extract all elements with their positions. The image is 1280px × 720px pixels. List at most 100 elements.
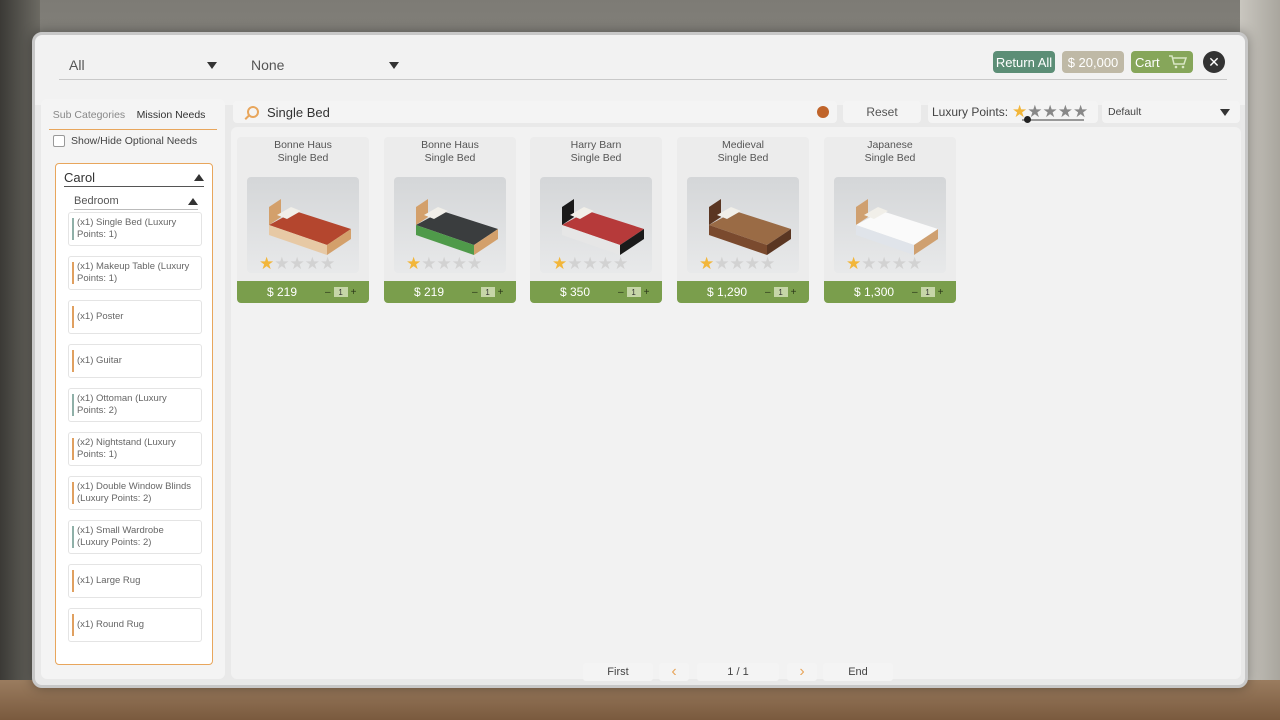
need-item[interactable]: (x1) Guitar — [68, 344, 202, 378]
chevron-up-icon — [188, 197, 198, 205]
optional-needs-toggle[interactable]: Show/Hide Optional Needs — [53, 135, 197, 147]
reset-button[interactable]: Reset — [843, 101, 921, 123]
price-bar: $ 1,290 – 1 + — [677, 281, 809, 303]
chevron-down-icon — [207, 61, 217, 69]
quantity-value[interactable]: 1 — [920, 287, 935, 297]
need-item[interactable]: (x1) Double Window Blinds (Luxury Points… — [68, 476, 202, 510]
shop-window: All None Return All $ 20,000 Cart ✕ Sub … — [32, 32, 1248, 688]
subfilter-dropdown[interactable]: None — [251, 55, 399, 75]
luxury-slider-track[interactable] — [1022, 119, 1084, 121]
product-price: $ 1,300 — [854, 285, 895, 299]
product-brand: Medieval — [721, 139, 765, 151]
product-name: Single Bed — [864, 152, 916, 164]
decrement-button[interactable]: – — [618, 287, 624, 298]
room-header[interactable]: Bedroom — [74, 194, 198, 208]
increment-button[interactable]: + — [938, 287, 944, 298]
person-header[interactable]: Carol — [64, 170, 204, 185]
chevron-up-icon — [194, 173, 204, 181]
product-name: Single Bed — [277, 152, 329, 164]
prev-page-button[interactable]: ‹ — [659, 663, 689, 681]
star-icon: ★ — [274, 254, 290, 273]
star-icon: ★ — [876, 254, 892, 273]
product-card[interactable]: Japanese Single Bed ★ ★ ★ ★ ★ $ 1,300 – 1 + — [824, 137, 956, 303]
quantity-value[interactable]: 1 — [773, 287, 788, 297]
tab-mission-needs[interactable]: Mission Needs — [133, 105, 209, 125]
product-title: Harry Barn Single Bed — [530, 139, 662, 165]
product-card[interactable]: Harry Barn Single Bed ★ ★ ★ ★ ★ $ 350 – 1 + — [530, 137, 662, 303]
divider — [59, 79, 1227, 80]
star-icon: ★ — [744, 254, 760, 273]
category-dropdown[interactable]: All — [69, 55, 217, 75]
need-item[interactable]: (x1) Poster — [68, 300, 202, 334]
star-icon: ★ — [699, 254, 715, 273]
return-all-button[interactable]: Return All — [993, 51, 1055, 73]
need-item[interactable]: (x1) Round Rug — [68, 608, 202, 642]
star-icon: ★ — [406, 254, 422, 273]
cart-button[interactable]: Cart — [1131, 51, 1193, 73]
product-price: $ 219 — [414, 285, 445, 299]
star-icon: ★ — [1057, 102, 1074, 121]
increment-button[interactable]: + — [351, 287, 357, 298]
quantity-value[interactable]: 1 — [480, 287, 495, 297]
quantity-stepper[interactable]: – 1 + — [472, 287, 503, 298]
product-card[interactable]: Bonne Haus Single Bed ★ ★ ★ ★ ★ $ 219 – 1 + — [384, 137, 516, 303]
end-page-button[interactable]: End — [823, 663, 893, 681]
need-item[interactable]: (x1) Small Wardrobe (Luxury Points: 2) — [68, 520, 202, 554]
need-item[interactable]: (x2) Nightstand (Luxury Points: 1) — [68, 432, 202, 466]
star-icon: ★ — [421, 254, 437, 273]
price-bar: $ 219 – 1 + — [237, 281, 369, 303]
decrement-button[interactable]: – — [325, 287, 331, 298]
quantity-value[interactable]: 1 — [333, 287, 348, 297]
decrement-button[interactable]: – — [472, 287, 478, 298]
star-icon: ★ — [259, 254, 275, 273]
decrement-button[interactable]: – — [765, 287, 771, 298]
star-icon: ★ — [451, 254, 467, 273]
luxury-points-label: Luxury Points: — [932, 105, 1009, 119]
star-icon: ★ — [436, 254, 452, 273]
need-item[interactable]: (x1) Ottoman (Luxury Points: 2) — [68, 388, 202, 422]
product-name: Single Bed — [570, 152, 622, 164]
budget-display: $ 20,000 — [1062, 51, 1124, 73]
increment-button[interactable]: + — [791, 287, 797, 298]
room-name: Bedroom — [74, 195, 119, 207]
product-title: Bonne Haus Single Bed — [384, 139, 516, 165]
star-icon: ★ — [1042, 102, 1058, 121]
product-title: Japanese Single Bed — [824, 139, 956, 165]
increment-button[interactable]: + — [644, 287, 650, 298]
quantity-value[interactable]: 1 — [626, 287, 641, 297]
product-price: $ 350 — [560, 285, 591, 299]
top-bar: All None Return All $ 20,000 Cart ✕ — [35, 35, 1245, 105]
need-item[interactable]: (x1) Large Rug — [68, 564, 202, 598]
clear-search-icon[interactable] — [817, 106, 829, 118]
search-bar[interactable]: Single Bed — [233, 101, 837, 123]
price-bar: $ 1,300 – 1 + — [824, 281, 956, 303]
luxury-points-filter[interactable]: Luxury Points: ★ ★ ★ ★ ★ — [928, 101, 1098, 123]
product-brand: Bonne Haus — [421, 139, 479, 151]
checkbox[interactable] — [53, 135, 65, 147]
need-item[interactable]: (x1) Makeup Table (Luxury Points: 1) — [68, 256, 202, 290]
quantity-stepper[interactable]: – 1 + — [912, 287, 943, 298]
tab-sub-categories[interactable]: Sub Categories — [51, 105, 127, 125]
search-input[interactable]: Single Bed — [267, 105, 330, 120]
product-card[interactable]: Medieval Single Bed ★ ★ ★ ★ ★ $ 1,290 – 1 + — [677, 137, 809, 303]
sort-dropdown[interactable]: Default — [1102, 101, 1240, 123]
first-page-button[interactable]: First — [583, 663, 653, 681]
quantity-stepper[interactable]: – 1 + — [618, 287, 649, 298]
luxury-slider-handle[interactable] — [1024, 116, 1031, 123]
increment-button[interactable]: + — [498, 287, 504, 298]
search-icon — [247, 106, 259, 118]
category-dropdown-value: All — [69, 57, 85, 73]
next-page-button[interactable]: › — [787, 663, 817, 681]
price-bar: $ 219 – 1 + — [384, 281, 516, 303]
need-item[interactable]: (x1) Single Bed (Luxury Points: 1) — [68, 212, 202, 246]
quantity-stepper[interactable]: – 1 + — [325, 287, 356, 298]
star-icon: ★ — [861, 254, 877, 273]
star-icon: ★ — [567, 254, 583, 273]
star-icon: ★ — [304, 254, 320, 273]
decrement-button[interactable]: – — [912, 287, 918, 298]
close-button[interactable]: ✕ — [1203, 51, 1225, 73]
quantity-stepper[interactable]: – 1 + — [765, 287, 796, 298]
product-rating: ★ ★ ★ ★ ★ — [406, 255, 482, 273]
sidebar: Sub Categories Mission Needs Show/Hide O… — [41, 99, 225, 679]
product-card[interactable]: Bonne Haus Single Bed ★ ★ ★ ★ ★ $ 219 – 1 + — [237, 137, 369, 303]
